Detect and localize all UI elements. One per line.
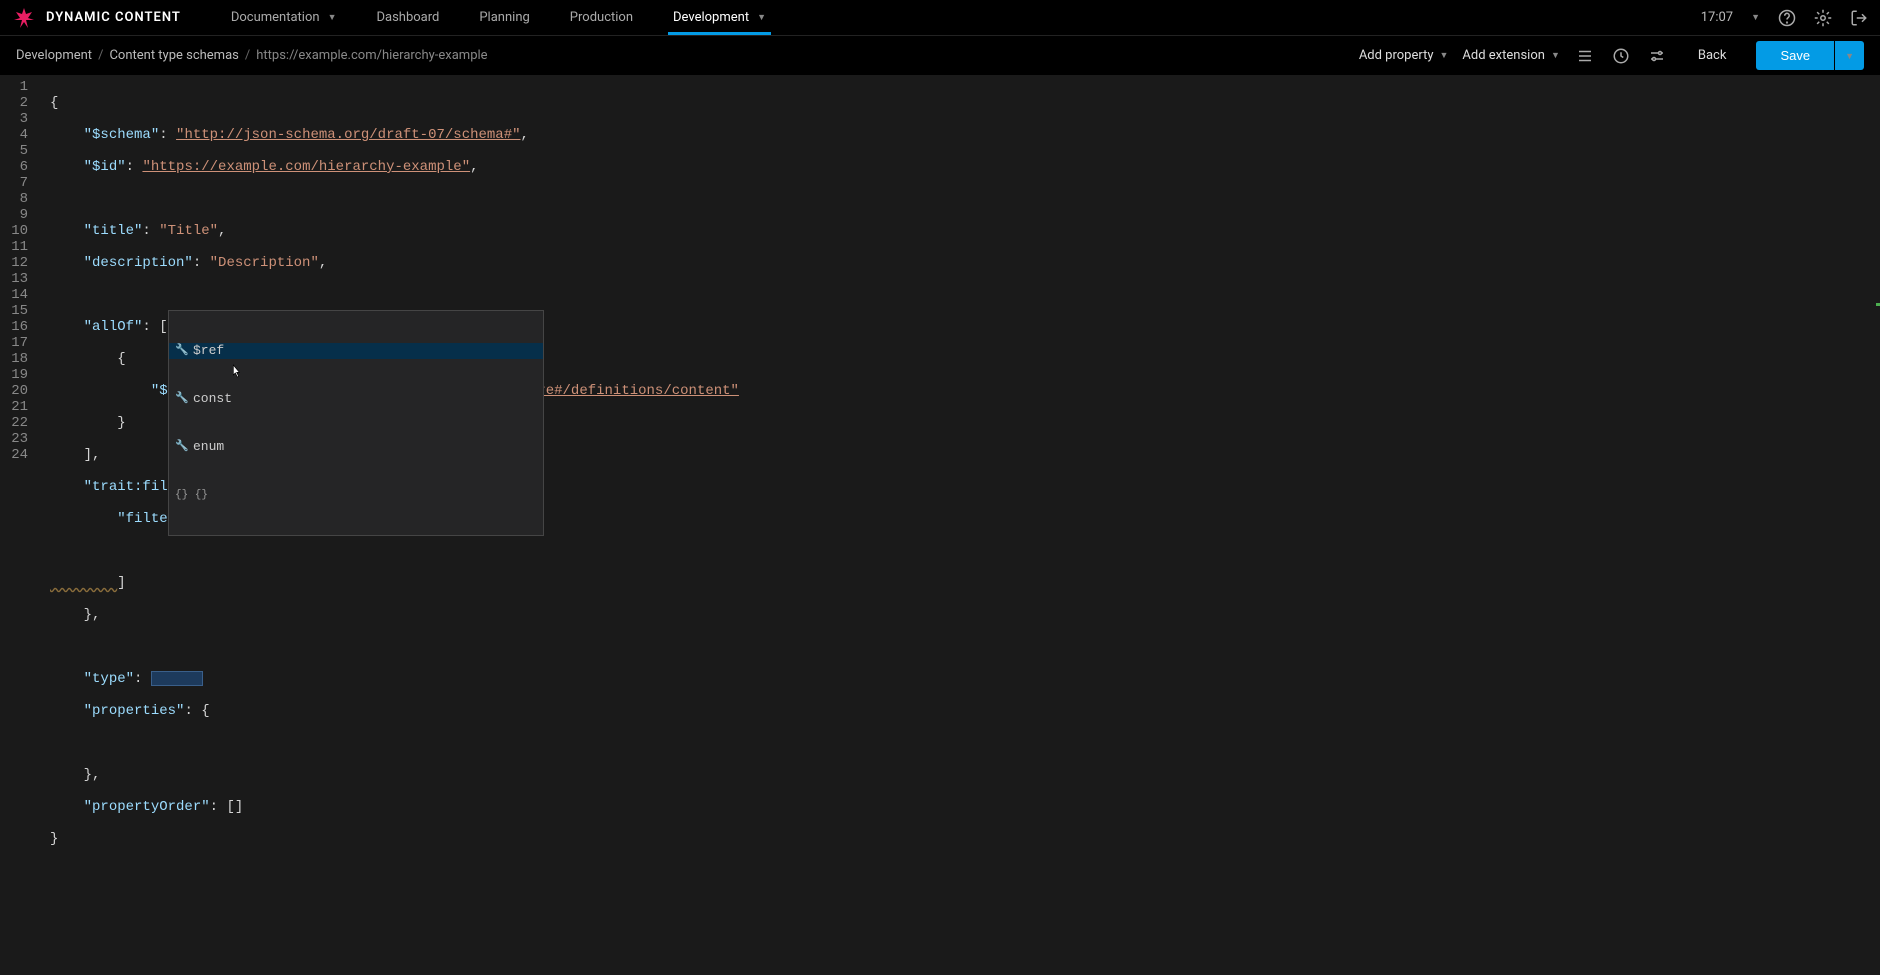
settings-slider-icon[interactable] xyxy=(1646,45,1668,67)
code-content[interactable]: { "$schema": "http://json-schema.org/dra… xyxy=(38,75,1880,975)
caret-down-icon: ▼ xyxy=(1551,50,1560,61)
topbar: DYNAMIC CONTENT Documentation ▼ Dashboar… xyxy=(0,0,1880,35)
nav-documentation[interactable]: Documentation ▼ xyxy=(211,0,357,35)
nav-production[interactable]: Production xyxy=(550,0,653,35)
caret-down-icon: ▼ xyxy=(1845,51,1854,61)
breadcrumb: Development / Content type schemas / htt… xyxy=(16,48,488,63)
logo-icon xyxy=(12,6,36,30)
wrench-icon: 🔧 xyxy=(175,343,187,359)
nav-planning[interactable]: Planning xyxy=(459,0,549,35)
gear-icon[interactable] xyxy=(1814,9,1832,27)
logo-text: DYNAMIC CONTENT xyxy=(46,10,181,25)
nav-tabs: Documentation ▼ Dashboard Planning Produ… xyxy=(211,0,786,35)
autocomplete-item[interactable]: 🔧 const xyxy=(169,391,543,407)
history-icon[interactable] xyxy=(1610,45,1632,67)
actionbar: Development / Content type schemas / htt… xyxy=(0,35,1880,75)
breadcrumb-item: https://example.com/hierarchy-example xyxy=(256,48,487,63)
nav-dashboard[interactable]: Dashboard xyxy=(356,0,459,35)
autocomplete-popup: 🔧 $ref 🔧 const 🔧 enum {} {} xyxy=(168,310,544,536)
logout-icon[interactable] xyxy=(1850,9,1868,27)
caret-down-icon: ▼ xyxy=(757,12,766,23)
type-value-placeholder[interactable] xyxy=(151,671,203,686)
time-caret-icon[interactable]: ▼ xyxy=(1751,12,1760,23)
breadcrumb-item[interactable]: Development xyxy=(16,48,92,63)
caret-down-icon: ▼ xyxy=(328,12,337,23)
add-property-button[interactable]: Add property ▼ xyxy=(1359,48,1449,63)
nav-development[interactable]: Development ▼ xyxy=(653,0,786,35)
save-dropdown-button[interactable]: ▼ xyxy=(1835,41,1864,70)
breadcrumb-item[interactable]: Content type schemas xyxy=(109,48,238,63)
save-button[interactable]: Save xyxy=(1756,41,1834,70)
time-display: 17:07 xyxy=(1701,10,1733,25)
minimap-marker xyxy=(1876,303,1880,306)
logo[interactable]: DYNAMIC CONTENT xyxy=(12,6,181,30)
autocomplete-item[interactable]: {} {} xyxy=(169,487,543,503)
autocomplete-item[interactable]: 🔧 $ref xyxy=(169,343,543,359)
back-button[interactable]: Back xyxy=(1682,42,1743,69)
snippet-icon: {} {} xyxy=(175,487,208,503)
line-gutter: 123456789101112131415161718192021222324 xyxy=(0,75,38,975)
add-extension-button[interactable]: Add extension ▼ xyxy=(1462,48,1559,63)
code-editor[interactable]: 123456789101112131415161718192021222324 … xyxy=(0,75,1880,975)
wrench-icon: 🔧 xyxy=(175,439,187,455)
format-icon[interactable] xyxy=(1574,45,1596,67)
help-icon[interactable] xyxy=(1778,9,1796,27)
autocomplete-item[interactable]: 🔧 enum xyxy=(169,439,543,455)
caret-down-icon: ▼ xyxy=(1440,50,1449,61)
wrench-icon: 🔧 xyxy=(175,391,187,407)
